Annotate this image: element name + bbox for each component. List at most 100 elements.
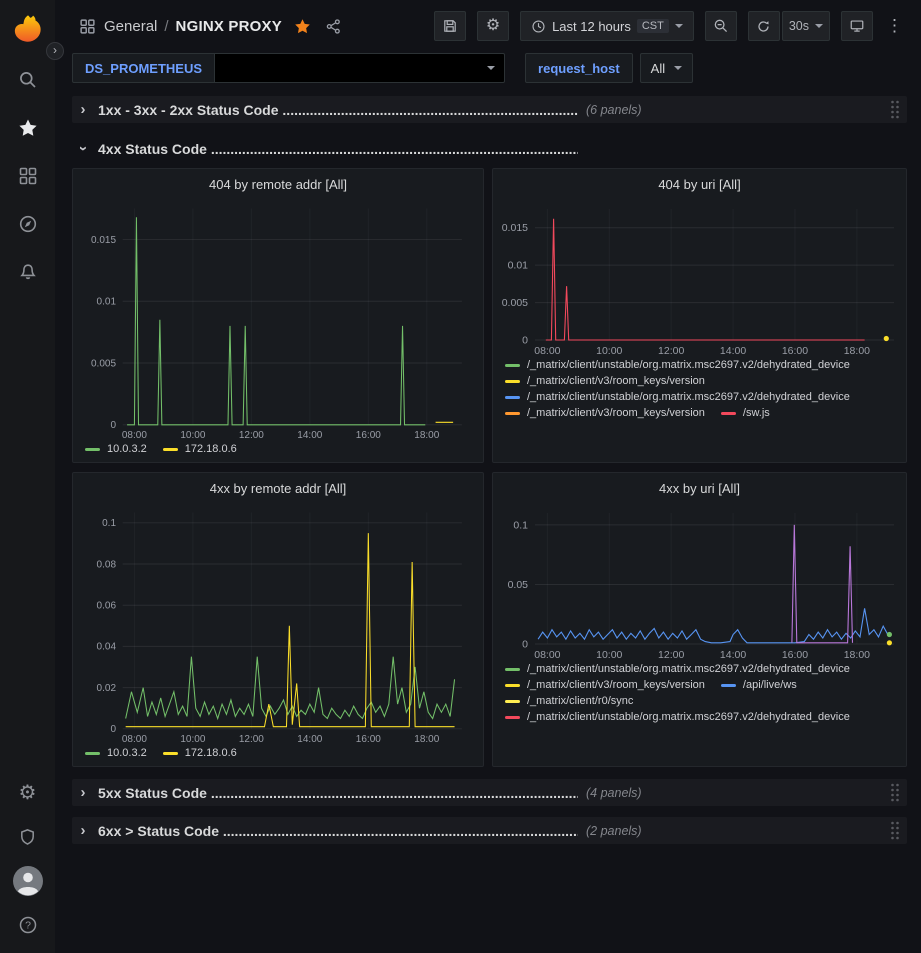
nav-expand-button[interactable]: ›	[46, 42, 64, 60]
legend-swatch	[505, 684, 520, 687]
search-icon	[18, 70, 38, 90]
legend-item[interactable]: /_matrix/client/unstable/org.matrix.msc2…	[505, 391, 850, 403]
svg-text:18:00: 18:00	[414, 430, 439, 441]
legend-item[interactable]: /_matrix/client/r0/sync	[505, 695, 633, 707]
kebab-icon: ⋮	[886, 16, 903, 36]
request-host-variable-value-dropdown[interactable]: All	[640, 53, 693, 83]
panel-title[interactable]: 404 by remote addr [All]	[73, 169, 483, 199]
legend-swatch	[505, 380, 520, 383]
legend-item[interactable]: 172.18.0.6	[163, 443, 237, 455]
panel-title-text: 404 by remote addr [All]	[209, 177, 347, 192]
svg-text:08:00: 08:00	[534, 649, 560, 661]
sidebar-item-server-admin[interactable]	[0, 815, 55, 859]
sidebar-item-configuration[interactable]: ⚙	[0, 771, 55, 815]
row-header-5xx[interactable]: › 5xx Status Code ......................…	[72, 779, 907, 806]
row-drag-handle[interactable]	[889, 820, 901, 841]
svg-text:0.1: 0.1	[513, 519, 528, 531]
share-dashboard-button[interactable]	[325, 18, 342, 35]
legend-item[interactable]: /_matrix/client/unstable/org.matrix.msc2…	[505, 359, 850, 371]
svg-text:14:00: 14:00	[297, 734, 322, 745]
legend-swatch	[505, 364, 520, 367]
panel-title-text: 4xx by remote addr [All]	[210, 481, 347, 496]
svg-text:16:00: 16:00	[782, 345, 808, 357]
datasource-variable: DS_PROMETHEUS	[72, 53, 505, 83]
grafana-logo[interactable]	[11, 12, 45, 46]
time-range-picker[interactable]: Last 12 hours CST	[520, 11, 694, 41]
svg-text:08:00: 08:00	[534, 345, 560, 357]
legend-item[interactable]: /_matrix/client/unstable/org.matrix.msc2…	[505, 663, 850, 675]
chart-4xx-by-remote-addr[interactable]: 00.020.040.060.080.108:0010:0012:0014:00…	[73, 503, 483, 745]
panel-title[interactable]: 4xx by uri [All]	[493, 473, 906, 503]
legend-item[interactable]: /_matrix/client/v3/room_keys/version	[505, 407, 705, 419]
datasource-variable-value-dropdown[interactable]	[215, 53, 505, 83]
timezone-badge: CST	[637, 19, 669, 33]
legend-item[interactable]: 10.0.3.2	[85, 443, 147, 455]
favorite-star-button[interactable]	[294, 18, 311, 35]
request-host-value: All	[651, 61, 665, 76]
panel-title[interactable]: 4xx by remote addr [All]	[73, 473, 483, 503]
svg-text:16:00: 16:00	[356, 734, 381, 745]
sidebar-item-alerting[interactable]	[0, 248, 55, 296]
refresh-button[interactable]	[748, 11, 780, 41]
svg-text:0: 0	[522, 335, 528, 347]
svg-text:16:00: 16:00	[356, 430, 381, 441]
row-drag-handle[interactable]	[889, 99, 901, 120]
save-dashboard-button[interactable]	[434, 11, 466, 41]
svg-text:?: ?	[25, 920, 31, 932]
tv-mode-button[interactable]	[841, 11, 873, 41]
row-header-4xx[interactable]: › 4xx Status Code ......................…	[72, 135, 907, 162]
svg-text:0: 0	[110, 420, 116, 431]
chart-4xx-by-uri[interactable]: 00.050.108:0010:0012:0014:0016:0018:00	[493, 503, 906, 661]
svg-text:14:00: 14:00	[720, 649, 746, 661]
panel-4xx-by-remote-addr: 4xx by remote addr [All] 00.020.040.060.…	[72, 472, 484, 767]
legend-swatch	[85, 448, 100, 451]
sidebar-item-starred[interactable]	[0, 104, 55, 152]
dashboard-settings-button[interactable]: ⚙	[477, 11, 509, 41]
breadcrumb-folder[interactable]: General	[104, 18, 157, 35]
sidebar-item-help[interactable]: ?	[0, 903, 55, 947]
sidebar-item-search[interactable]	[0, 56, 55, 104]
kebab-menu-button[interactable]: ⋮	[884, 11, 905, 41]
chart-404-by-remote-addr[interactable]: 00.0050.010.01508:0010:0012:0014:0016:00…	[73, 199, 483, 441]
row-panel-count: (4 panels)	[586, 786, 642, 800]
svg-text:0.015: 0.015	[91, 235, 116, 246]
dashboard-canvas: › 1xx - 3xx - 2xx Status Code ..........…	[55, 90, 921, 953]
sidebar-item-profile[interactable]	[0, 859, 55, 903]
chart-404-by-uri[interactable]: 00.0050.010.01508:0010:0012:0014:0016:00…	[493, 199, 906, 357]
sidebar-item-dashboards[interactable]	[0, 152, 55, 200]
legend-swatch	[505, 412, 520, 415]
svg-text:12:00: 12:00	[658, 649, 684, 661]
svg-text:12:00: 12:00	[239, 734, 264, 745]
row-header-1xx[interactable]: › 1xx - 3xx - 2xx Status Code ..........…	[72, 96, 907, 123]
svg-text:14:00: 14:00	[720, 345, 746, 357]
legend-item[interactable]: 10.0.3.2	[85, 747, 147, 759]
legend-item[interactable]: /_matrix/client/unstable/org.matrix.msc2…	[505, 711, 850, 723]
legend-item[interactable]: /_matrix/client/v3/room_keys/version	[505, 679, 705, 691]
legend-item[interactable]: /api/live/ws	[721, 679, 797, 691]
zoom-out-time-button[interactable]	[705, 11, 737, 41]
panel-legend: /_matrix/client/unstable/org.matrix.msc2…	[493, 357, 906, 426]
chevron-down-icon: ›	[76, 140, 90, 157]
panel-title[interactable]: 404 by uri [All]	[493, 169, 906, 199]
svg-text:10:00: 10:00	[180, 430, 205, 441]
row-header-6xx[interactable]: › 6xx > Status Code ....................…	[72, 817, 907, 844]
svg-text:0.005: 0.005	[502, 297, 528, 309]
request-host-variable: request_host All	[525, 53, 693, 83]
row-drag-handle[interactable]	[889, 782, 901, 803]
legend-item[interactable]: 172.18.0.6	[163, 747, 237, 759]
legend-item[interactable]: /sw.js	[721, 407, 770, 419]
legend-item[interactable]: /_matrix/client/v3/room_keys/version	[505, 375, 705, 387]
datasource-variable-label: DS_PROMETHEUS	[72, 53, 215, 83]
legend-swatch	[505, 716, 520, 719]
svg-text:10:00: 10:00	[596, 649, 622, 661]
refresh-interval-dropdown[interactable]: 30s	[782, 11, 830, 41]
dashboard-topbar: General / NGINX PROXY	[55, 0, 921, 52]
chevron-down-icon	[675, 24, 683, 28]
compass-icon	[18, 214, 38, 234]
sidebar-item-explore[interactable]	[0, 200, 55, 248]
refresh-controls: 30s	[748, 11, 830, 41]
drag-handle-icon	[889, 99, 901, 120]
page-title[interactable]: NGINX PROXY	[176, 18, 282, 35]
svg-text:0: 0	[110, 724, 116, 735]
chevron-down-icon	[487, 66, 495, 70]
